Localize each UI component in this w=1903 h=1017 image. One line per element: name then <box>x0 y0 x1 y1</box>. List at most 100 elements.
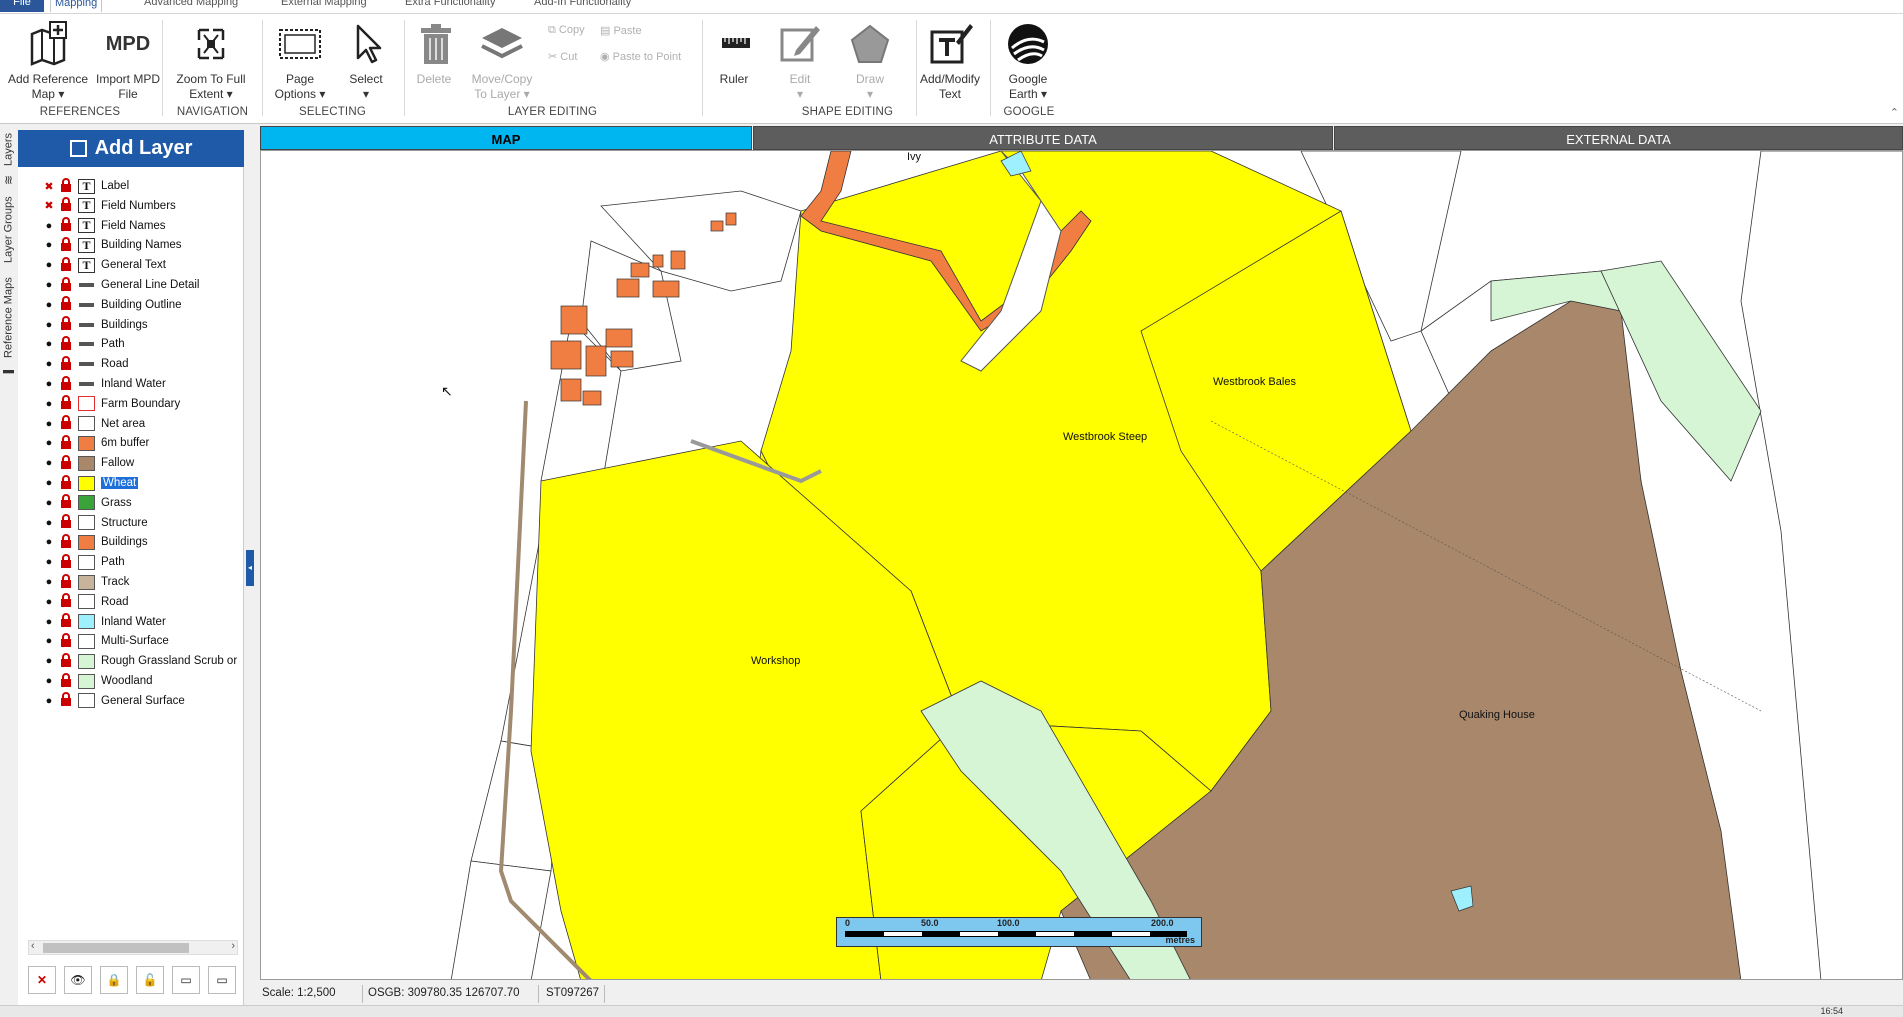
side-tab-layers[interactable]: Layers <box>0 129 17 169</box>
eye-icon[interactable]: ● <box>42 556 56 568</box>
layer-row[interactable]: ● Farm Boundary <box>28 393 244 415</box>
lock-all-button[interactable]: 🔒 <box>100 966 128 994</box>
layer-row[interactable]: ✖ T Field Numbers <box>28 195 244 217</box>
layer-row[interactable]: ● Fallow <box>28 452 244 474</box>
eye-icon[interactable]: ● <box>42 358 56 370</box>
layer-row[interactable]: ● 6m buffer <box>28 432 244 454</box>
collapse-button[interactable]: ▭ <box>172 966 200 994</box>
layer-row[interactable]: ● Wheat <box>28 472 244 494</box>
lock-icon[interactable] <box>60 613 74 630</box>
page-options-button[interactable]: Page Options ▾ <box>270 20 330 102</box>
lock-icon[interactable] <box>60 316 74 333</box>
eye-icon[interactable]: ● <box>42 635 56 647</box>
eye-icon[interactable]: ● <box>42 616 56 628</box>
layer-row[interactable]: ● Buildings <box>28 531 244 553</box>
layer-row[interactable]: ● Woodland <box>28 670 244 692</box>
tab-map[interactable]: MAP <box>260 126 752 150</box>
tab-extra-functionality[interactable]: Extra Functionality <box>401 0 499 12</box>
eye-icon[interactable]: ● <box>42 457 56 469</box>
unlock-all-button[interactable]: 🔓 <box>136 966 164 994</box>
lock-icon[interactable] <box>60 415 74 432</box>
layer-row[interactable]: ● Road <box>28 353 244 375</box>
eye-icon[interactable]: ● <box>42 299 56 311</box>
eye-icon[interactable]: ● <box>42 536 56 548</box>
layer-row[interactable]: ● Road <box>28 591 244 613</box>
draw-button[interactable]: Draw ▾ <box>838 20 902 102</box>
lock-icon[interactable] <box>60 395 74 412</box>
tab-advanced-mapping[interactable]: Advanced Mapping <box>140 0 242 12</box>
layer-row[interactable]: ● T General Text <box>28 254 244 276</box>
layer-row[interactable]: ● Net area <box>28 413 244 435</box>
scroll-left-icon[interactable]: ‹ <box>31 940 35 952</box>
layer-row[interactable]: ● Structure <box>28 512 244 534</box>
add-modify-text-button[interactable]: Add/Modify Text <box>916 20 984 102</box>
eye-icon[interactable]: ● <box>42 477 56 489</box>
hide-all-button[interactable]: ✕ <box>28 966 56 994</box>
layer-row[interactable]: ● Inland Water <box>28 611 244 633</box>
eye-icon[interactable]: ● <box>42 437 56 449</box>
show-all-button[interactable]: 👁 <box>64 966 92 994</box>
lock-icon[interactable] <box>60 672 74 690</box>
move-copy-button[interactable]: Move/Copy To Layer ▾ <box>466 20 538 102</box>
eye-icon[interactable]: ● <box>42 497 56 509</box>
lock-icon[interactable] <box>60 434 74 452</box>
ruler-button[interactable]: Ruler <box>712 20 756 87</box>
layer-row[interactable]: ● Building Outline <box>28 294 244 316</box>
side-tab-reference-maps[interactable]: Reference Maps <box>0 273 17 363</box>
expand-button[interactable]: ▭ <box>208 966 236 994</box>
tab-external-mapping[interactable]: External Mapping <box>277 0 371 12</box>
lock-icon[interactable] <box>60 632 74 650</box>
add-layer-button[interactable]: Add Layer <box>18 130 244 167</box>
lock-icon[interactable] <box>60 474 74 492</box>
layer-row[interactable]: ● T Building Names <box>28 234 244 256</box>
delete-button[interactable]: Delete <box>412 20 456 87</box>
lock-icon[interactable] <box>60 454 74 472</box>
lock-icon[interactable] <box>60 514 74 531</box>
tab-attribute-data[interactable]: ATTRIBUTE DATA <box>753 126 1333 150</box>
layer-row[interactable]: ✖ T Label <box>28 175 244 197</box>
lock-icon[interactable] <box>60 296 74 313</box>
add-reference-map-button[interactable]: Add Reference Map ▾ <box>6 20 90 102</box>
lock-icon[interactable] <box>60 375 74 393</box>
eye-off-icon[interactable]: ✖ <box>42 199 56 212</box>
zoom-full-extent-button[interactable]: Zoom To Full Extent ▾ <box>170 20 252 102</box>
lock-icon[interactable] <box>60 335 74 353</box>
layer-row[interactable]: ● Grass <box>28 492 244 514</box>
panel-splitter[interactable]: ◂ <box>246 130 254 1005</box>
eye-icon[interactable]: ● <box>42 378 56 390</box>
eye-off-icon[interactable]: ✖ <box>42 180 56 193</box>
eye-icon[interactable]: ● <box>42 655 56 667</box>
eye-icon[interactable]: ● <box>42 418 56 430</box>
select-button[interactable]: Select ▾ <box>340 20 392 102</box>
eye-icon[interactable]: ● <box>42 279 56 291</box>
scroll-right-icon[interactable]: › <box>231 940 235 952</box>
layer-row[interactable]: ● Path <box>28 551 244 573</box>
map-canvas[interactable]: Ivy Westbrook Bales Westbrook Steep Work… <box>260 150 1903 980</box>
google-earth-button[interactable]: Google Earth ▾ <box>998 20 1058 102</box>
scroll-thumb[interactable] <box>43 943 189 953</box>
lock-icon[interactable] <box>60 236 74 254</box>
lock-icon[interactable] <box>60 652 74 670</box>
lock-icon[interactable] <box>60 593 74 610</box>
lock-icon[interactable] <box>60 256 74 274</box>
collapse-ribbon-icon[interactable]: ⌃ <box>1890 106 1899 119</box>
lock-icon[interactable] <box>60 692 74 709</box>
layer-row[interactable]: ● General Line Detail <box>28 274 244 296</box>
eye-icon[interactable]: ● <box>42 259 56 271</box>
layer-row[interactable]: ● Rough Grassland Scrub or <box>28 650 244 672</box>
lock-icon[interactable] <box>60 573 74 591</box>
tab-mapping[interactable]: Mapping <box>50 0 103 12</box>
eye-icon[interactable]: ● <box>42 398 56 410</box>
eye-icon[interactable]: ● <box>42 239 56 251</box>
tab-file[interactable]: File <box>0 0 44 12</box>
eye-icon[interactable]: ● <box>42 675 56 687</box>
layer-row[interactable]: ● T Field Names <box>28 215 244 237</box>
layer-row[interactable]: ● Inland Water <box>28 373 244 395</box>
collapse-panel-icon[interactable]: ◂ <box>246 550 254 586</box>
eye-icon[interactable]: ● <box>42 576 56 588</box>
eye-icon[interactable]: ● <box>42 319 56 331</box>
eye-icon[interactable]: ● <box>42 220 56 232</box>
eye-icon[interactable]: ● <box>42 517 56 529</box>
lock-icon[interactable] <box>60 276 74 294</box>
layer-row[interactable]: ● Track <box>28 571 244 593</box>
